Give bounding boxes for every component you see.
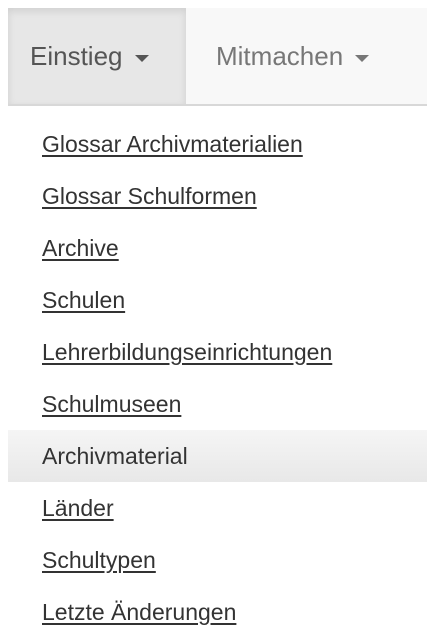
einstieg-dropdown-menu: Glossar Archivmaterialien Glossar Schulf… (8, 118, 427, 638)
tab-mitmachen[interactable]: Mitmachen (186, 8, 386, 104)
menu-link-lehrerbildungseinrichtungen[interactable]: Lehrerbildungseinrichtungen (42, 339, 332, 366)
menu-link-laender[interactable]: Länder (42, 495, 114, 522)
menu-link-schulmuseen[interactable]: Schulmuseen (42, 391, 181, 418)
caret-down-icon (355, 54, 370, 62)
menu-item-archivmaterial: Archivmaterial (8, 430, 427, 482)
menu-item-schulmuseen: Schulmuseen (8, 378, 427, 430)
menu-item-lehrerbildungseinrichtungen: Lehrerbildungseinrichtungen (8, 326, 427, 378)
menu-link-letzte-aenderungen[interactable]: Letzte Änderungen (42, 599, 236, 626)
menu-link-schulen[interactable]: Schulen (42, 287, 125, 314)
tab-einstieg[interactable]: Einstieg (8, 8, 186, 104)
menu-item-glossar-archivmaterialien: Glossar Archivmaterialien (8, 118, 427, 170)
menu-item-laender: Länder (8, 482, 427, 534)
menu-link-archivmaterial[interactable]: Archivmaterial (42, 443, 188, 470)
menu-item-schultypen: Schultypen (8, 534, 427, 586)
menu-link-glossar-archivmaterialien[interactable]: Glossar Archivmaterialien (42, 131, 303, 158)
menu-item-schulen: Schulen (8, 274, 427, 326)
menu-item-letzte-aenderungen: Letzte Änderungen (8, 586, 427, 638)
menu-link-glossar-schulformen[interactable]: Glossar Schulformen (42, 183, 257, 210)
menu-link-archive[interactable]: Archive (42, 235, 119, 262)
tab-mitmachen-label: Mitmachen (216, 40, 344, 71)
caret-down-icon (134, 54, 149, 62)
top-navbar: Einstieg Mitmachen (8, 8, 427, 106)
tab-einstieg-label: Einstieg (30, 40, 123, 71)
menu-item-archive: Archive (8, 222, 427, 274)
menu-item-glossar-schulformen: Glossar Schulformen (8, 170, 427, 222)
menu-link-schultypen[interactable]: Schultypen (42, 547, 156, 574)
